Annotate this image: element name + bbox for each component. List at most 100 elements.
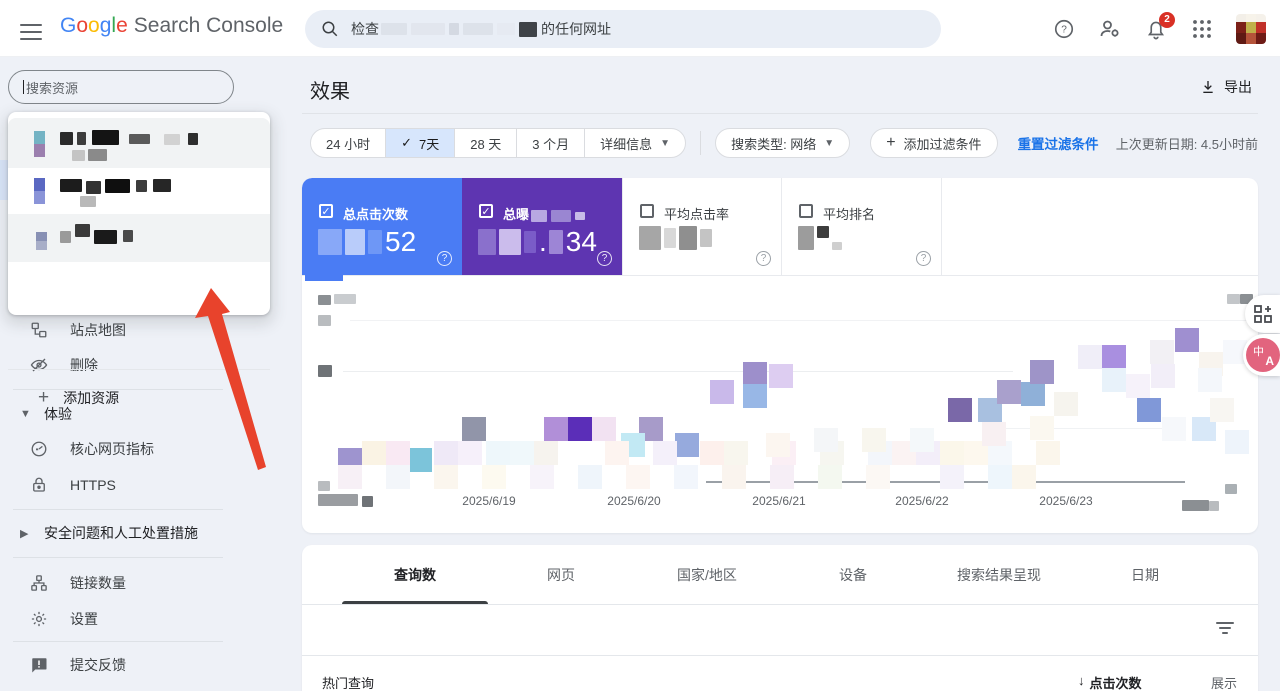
help-icon[interactable]: ?	[916, 251, 931, 266]
property-option-2[interactable]	[8, 168, 270, 214]
account-settings-button[interactable]	[1098, 17, 1122, 41]
help-icon: ?	[1054, 19, 1074, 38]
url-inspection-search-bar[interactable]: 检查 的任何网址	[305, 10, 941, 48]
translate-extension-button[interactable]: 中A	[1243, 334, 1280, 376]
metric-value-blurred	[639, 226, 715, 250]
reset-filters-link[interactable]: 重置过滤条件	[1018, 133, 1099, 153]
checkbox-checked-icon[interactable]: ✓	[319, 204, 333, 218]
x-axis-tick: 2025/6/21	[752, 494, 806, 508]
property-favicon	[34, 178, 45, 204]
last-updated-text: 上次更新日期: 4.5小时前	[1115, 136, 1258, 152]
property-option-1[interactable]	[8, 118, 270, 168]
tab-search-appearance[interactable]: 搜索结果呈现	[926, 545, 1072, 604]
sidebar-item-core-web-vitals[interactable]: 核心网页指标	[0, 437, 270, 461]
column-header-clicks-sorted[interactable]: ↓ 点击次数	[1078, 673, 1142, 691]
divider	[8, 369, 270, 370]
chevron-down-icon: ▼	[824, 137, 835, 149]
metric-tile-avg-position[interactable]: 平均排名 ?	[782, 178, 942, 275]
checkbox-checked-icon[interactable]: ✓	[479, 204, 493, 218]
performance-chart-panel: ✓ 总点击次数 52 ? ✓ 总曝 . 34 ? 平均点击率 ? 平均排名 ? …	[302, 178, 1258, 533]
plus-icon: +	[886, 134, 896, 151]
notification-badge: 2	[1159, 11, 1175, 28]
help-icon[interactable]: ?	[756, 251, 771, 266]
sidebar-item-label: 删除	[70, 357, 98, 373]
tab-pages[interactable]: 网页	[488, 545, 634, 604]
metric-tile-total-impressions[interactable]: ✓ 总曝 . 34 ?	[462, 178, 622, 275]
divider	[700, 131, 702, 155]
google-logo: Google	[60, 14, 128, 37]
divider	[13, 509, 223, 510]
divider	[13, 641, 223, 642]
search-prefix-text: 检查	[351, 21, 379, 37]
sidebar-item-label: 设置	[70, 611, 98, 627]
sidebar-item-sitemaps[interactable]: 站点地图	[0, 318, 270, 342]
column-header-impressions[interactable]: 展示	[1211, 673, 1237, 691]
help-button[interactable]: ?	[1052, 17, 1076, 41]
svg-text:?: ?	[1061, 24, 1067, 35]
help-icon[interactable]: ?	[437, 251, 452, 266]
search-type-dropdown[interactable]: 搜索类型: 网络 ▼	[715, 128, 851, 158]
notifications-button[interactable]: 2	[1144, 11, 1175, 41]
sidebar-section-security[interactable]: ▶ 安全问题和人工处置措施	[0, 521, 270, 545]
tab-dates[interactable]: 日期	[1072, 545, 1218, 604]
tab-queries[interactable]: 查询数	[342, 545, 488, 604]
sidebar-item-label: 提交反馈	[70, 657, 126, 673]
x-axis-tick: 2025/6/22	[895, 494, 949, 508]
sidebar-item-removals[interactable]: 删除	[0, 353, 270, 377]
metric-tile-total-clicks[interactable]: ✓ 总点击次数 52 ?	[302, 178, 462, 275]
visibility-off-icon	[30, 358, 48, 372]
google-apps-button[interactable]	[1190, 17, 1214, 41]
metric-label: 总曝	[503, 204, 587, 223]
metric-value: 52	[318, 226, 416, 258]
filter-bar: 24 小时 ✓ 7天 28 天 3 个月 详细信息 ▼ 搜索类型: 网络 ▼ + 添加过…	[310, 128, 1258, 158]
hamburger-menu-icon[interactable]	[20, 19, 42, 40]
translate-icon: 中A	[1246, 338, 1280, 372]
sitemap-icon	[31, 322, 47, 338]
property-favicon	[36, 232, 47, 250]
selected-nav-highlight	[0, 160, 8, 200]
chevron-down-icon: ▼	[660, 137, 671, 149]
link-graph-icon	[31, 575, 47, 591]
search-icon	[322, 21, 338, 37]
sidebar-item-label: 核心网页指标	[70, 441, 154, 457]
divider	[302, 655, 1258, 656]
blurred-chart-fragment	[305, 270, 343, 281]
export-button[interactable]: 导出	[1200, 77, 1252, 97]
range-3mo[interactable]: 3 个月	[517, 129, 586, 157]
divider	[13, 557, 223, 558]
blurred-url-segment	[519, 21, 537, 37]
range-details-dropdown[interactable]: 详细信息 ▼	[585, 129, 685, 157]
property-option-3[interactable]	[8, 214, 270, 262]
range-7d-selected[interactable]: ✓ 7天	[386, 129, 456, 157]
filter-list-icon[interactable]	[1216, 622, 1234, 636]
property-selector-dropdown: + 添加资源	[8, 112, 270, 408]
sidebar-item-label: 链接数量	[70, 575, 126, 591]
avatar[interactable]	[1236, 13, 1266, 44]
manage-accounts-icon	[1100, 20, 1119, 37]
add-filter-button[interactable]: + 添加过滤条件	[870, 128, 998, 158]
text-cursor	[23, 80, 24, 94]
lock-icon	[33, 477, 45, 492]
range-28d[interactable]: 28 天	[455, 129, 518, 157]
metric-label: 平均排名	[823, 207, 876, 222]
sidebar-item-feedback[interactable]: 提交反馈	[0, 653, 270, 677]
sidebar-item-https[interactable]: HTTPS	[0, 473, 270, 497]
screenshot-extension-button[interactable]	[1245, 295, 1280, 333]
tab-countries[interactable]: 国家/地区	[634, 545, 780, 604]
search-suffix-text: 的任何网址	[541, 21, 611, 37]
range-24h[interactable]: 24 小时	[311, 129, 387, 157]
add-property-button[interactable]: + 添加资源	[8, 376, 270, 420]
metric-tile-avg-ctr[interactable]: 平均点击率 ?	[622, 178, 782, 275]
app-title: Search Console	[133, 14, 284, 37]
checkbox-unchecked-icon[interactable]	[799, 204, 813, 218]
download-icon	[1203, 81, 1213, 93]
help-icon[interactable]: ?	[597, 251, 612, 266]
sidebar-item-links[interactable]: 链接数量	[0, 571, 270, 595]
property-search-input[interactable]: 搜索资源	[8, 70, 234, 104]
main-content: 效果 导出 24 小时 ✓ 7天 28 天 3 个月 详细信息 ▼ 搜索类型: 网络…	[270, 57, 1280, 691]
checkbox-unchecked-icon[interactable]	[640, 204, 654, 218]
gridline	[993, 428, 1163, 429]
tab-devices[interactable]: 设备	[780, 545, 926, 604]
sidebar-item-settings[interactable]: 设置	[0, 607, 270, 631]
chevron-right-icon: ▶	[20, 527, 29, 540]
